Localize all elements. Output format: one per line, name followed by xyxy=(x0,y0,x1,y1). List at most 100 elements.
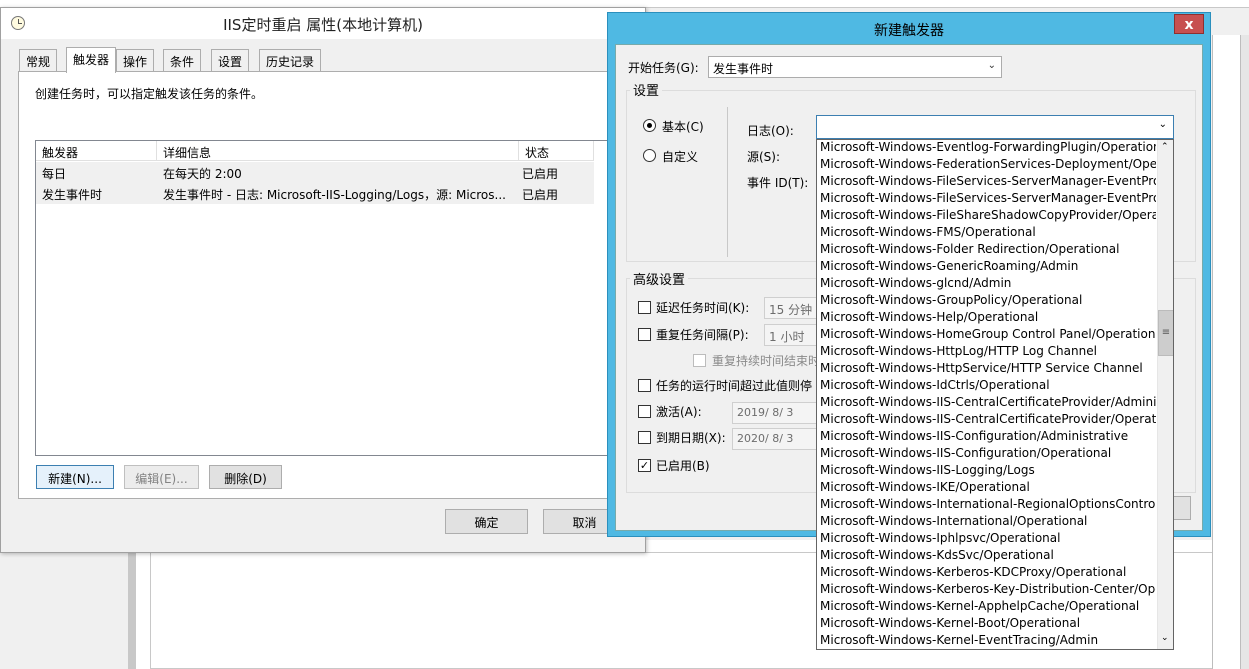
column-header-detail[interactable]: 详细信息 xyxy=(157,141,519,161)
tab-actions[interactable]: 操作 xyxy=(116,49,155,71)
tab-history[interactable]: 历史记录 xyxy=(259,49,322,71)
list-item[interactable]: Microsoft-Windows-Folder Redirection/Ope… xyxy=(820,242,1156,259)
delay-select[interactable]: 15 分钟 xyxy=(764,297,824,319)
list-item[interactable]: Microsoft-Windows-FMS/Operational xyxy=(820,225,1156,242)
scroll-up-icon[interactable]: ⌃ xyxy=(1161,142,1169,152)
scroll-down-icon[interactable]: ⌄ xyxy=(1161,633,1169,643)
column-header-trigger[interactable]: 触发器 xyxy=(36,141,157,161)
begin-task-label: 开始任务(G): xyxy=(628,61,699,75)
properties-title: IIS定时重启 属性(本地计算机) xyxy=(223,16,423,34)
properties-titlebar[interactable]: IIS定时重启 属性(本地计算机) xyxy=(1,8,645,39)
enabled-checkbox[interactable]: ✓ xyxy=(638,459,651,472)
list-item[interactable]: Microsoft-Windows-International-Regional… xyxy=(820,497,1156,514)
event-id-label: 事件 ID(T): xyxy=(747,176,809,190)
task-properties-window: IIS定时重启 属性(本地计算机) 常规 触发器 操作 条件 设置 历史记录 创… xyxy=(0,7,646,553)
log-label: 日志(O): xyxy=(747,124,794,138)
tab-settings[interactable]: 设置 xyxy=(211,49,250,71)
begin-task-value: 发生事件时 xyxy=(713,62,774,76)
new-trigger-title: 新建触发器 xyxy=(874,23,944,39)
chevron-down-icon: ⌄ xyxy=(987,60,996,71)
scroll-thumb[interactable]: ≡ xyxy=(1158,310,1173,356)
list-item[interactable]: Microsoft-Windows-GenericRoaming/Admin xyxy=(820,259,1156,276)
list-item[interactable]: Microsoft-Windows-Iphlpsvc/Operational xyxy=(820,531,1156,548)
list-item[interactable]: Microsoft-Windows-FileShareShadowCopyPro… xyxy=(820,208,1156,225)
background-app-right-scrollbar xyxy=(1240,35,1249,669)
list-item[interactable]: Microsoft-Windows-International/Operatio… xyxy=(820,514,1156,531)
list-item[interactable]: Microsoft-Windows-glcnd/Admin xyxy=(820,276,1156,293)
row-status: 已启用 xyxy=(522,167,559,181)
table-row[interactable]: 发生事件时 发生事件时 - 日志: Microsoft-IIS-Logging/… xyxy=(36,183,594,204)
enabled-label: 已启用(B) xyxy=(656,459,710,473)
tab-conditions[interactable]: 条件 xyxy=(163,49,202,71)
list-item[interactable]: Microsoft-Windows-FederationServices-Dep… xyxy=(820,157,1156,174)
edit-trigger-button[interactable]: 编辑(E)... xyxy=(124,465,199,489)
repeat-label: 重复任务间隔(P): xyxy=(656,328,749,342)
row-detail: 发生事件时 - 日志: Microsoft-IIS-Logging/Logs，源… xyxy=(163,188,506,202)
basic-radio[interactable] xyxy=(643,119,656,132)
stop-repeat-label: 重复持续时间结束时 xyxy=(712,354,821,368)
list-scrollbar[interactable]: ⌃ ≡ ⌄ xyxy=(1157,140,1173,649)
custom-radio-label: 自定义 xyxy=(662,150,699,164)
list-item[interactable]: Microsoft-Windows-HomeGroup Control Pane… xyxy=(820,327,1156,344)
activate-checkbox[interactable] xyxy=(638,405,651,418)
triggers-table: 触发器 详细信息 状态 每日 在每天的 2:00 已启用 发生事件时 发生事件时… xyxy=(35,140,613,456)
repeat-select[interactable]: 1 小时 xyxy=(764,324,824,346)
row-trigger: 发生事件时 xyxy=(42,188,103,202)
list-item[interactable]: Microsoft-Windows-IKE/Operational xyxy=(820,480,1156,497)
stop-repeat-checkbox[interactable] xyxy=(693,354,706,367)
list-item[interactable]: Microsoft-Windows-IIS-Configuration/Oper… xyxy=(820,446,1156,463)
close-icon: x xyxy=(1184,17,1194,33)
list-item[interactable]: Microsoft-Windows-FileServices-ServerMan… xyxy=(820,191,1156,208)
list-item[interactable]: Microsoft-Windows-HttpService/HTTP Servi… xyxy=(820,361,1156,378)
settings-group-label: 设置 xyxy=(630,80,663,99)
expire-label: 到期日期(X): xyxy=(656,431,726,445)
list-item[interactable]: Microsoft-Windows-Kerberos-KDCProxy/Oper… xyxy=(820,565,1156,582)
list-item[interactable]: Microsoft-Windows-Kernel-Boot/Operationa… xyxy=(820,616,1156,633)
close-button[interactable]: x xyxy=(1174,14,1204,34)
delay-checkbox[interactable] xyxy=(638,301,651,314)
list-item[interactable]: Microsoft-Windows-Kerberos-Key-Distribut… xyxy=(820,582,1156,599)
tab-triggers[interactable]: 触发器 xyxy=(66,47,117,73)
basic-radio-label: 基本(C) xyxy=(662,120,704,134)
custom-radio[interactable] xyxy=(643,149,656,162)
list-item[interactable]: Microsoft-Windows-GroupPolicy/Operationa… xyxy=(820,293,1156,310)
expire-date-field[interactable]: 2020/ 8/ 3 xyxy=(732,428,824,450)
chevron-down-icon: ⌄ xyxy=(1158,119,1167,130)
stop-run-label: 任务的运行时间超过此值则停 xyxy=(656,379,813,393)
list-item[interactable]: Microsoft-Windows-IIS-CentralCertificate… xyxy=(820,412,1156,429)
list-item[interactable]: Microsoft-Windows-Kernel-ApphelpCache/Op… xyxy=(820,599,1156,616)
begin-task-select[interactable]: 发生事件时 ⌄ xyxy=(708,56,1002,78)
settings-divider xyxy=(727,107,728,257)
list-item[interactable]: Microsoft-Windows-HttpLog/HTTP Log Chann… xyxy=(820,344,1156,361)
list-item[interactable]: Microsoft-Windows-Kernel-EventTracing/Ad… xyxy=(820,633,1156,649)
list-item[interactable]: Microsoft-Windows-KdsSvc/Operational xyxy=(820,548,1156,565)
ok-button[interactable]: 确定 xyxy=(445,509,528,534)
tab-general[interactable]: 常规 xyxy=(19,49,58,71)
list-item[interactable]: Microsoft-Windows-IdCtrls/Operational xyxy=(820,378,1156,395)
row-status: 已启用 xyxy=(522,188,559,202)
list-item[interactable]: Microsoft-Windows-Help/Operational xyxy=(820,310,1156,327)
list-item[interactable]: Microsoft-Windows-Eventlog-ForwardingPlu… xyxy=(820,140,1156,157)
activate-label: 激活(A): xyxy=(656,405,702,419)
expire-checkbox[interactable] xyxy=(638,431,651,444)
list-item[interactable]: Microsoft-Windows-IIS-Logging/Logs xyxy=(820,463,1156,480)
activate-date-field[interactable]: 2019/ 8/ 3 xyxy=(732,402,824,424)
log-select[interactable]: ⌄ xyxy=(816,115,1174,139)
advanced-settings-label: 高级设置 xyxy=(630,269,689,288)
list-item[interactable]: Microsoft-Windows-IIS-CentralCertificate… xyxy=(820,395,1156,412)
delay-label: 延迟任务时间(K): xyxy=(656,301,750,315)
grip-icon: ≡ xyxy=(1161,327,1171,338)
list-item[interactable]: Microsoft-Windows-FileServices-ServerMan… xyxy=(820,174,1156,191)
table-row[interactable]: 每日 在每天的 2:00 已启用 xyxy=(36,162,594,183)
stop-run-checkbox[interactable] xyxy=(638,379,651,392)
delete-trigger-button[interactable]: 删除(D) xyxy=(209,465,282,489)
triggers-tab-panel: 创建任务时，可以指定触发该任务的条件。 触发器 详细信息 状态 每日 在每天的 … xyxy=(18,71,630,499)
row-trigger: 每日 xyxy=(42,167,67,181)
list-item[interactable]: Microsoft-Windows-IIS-Configuration/Admi… xyxy=(820,429,1156,446)
source-label: 源(S): xyxy=(747,150,781,164)
log-dropdown-list[interactable]: Microsoft-Windows-Eventlog-ForwardingPlu… xyxy=(816,139,1174,650)
new-trigger-button[interactable]: 新建(N)... xyxy=(36,465,114,489)
repeat-checkbox[interactable] xyxy=(638,328,651,341)
column-header-status[interactable]: 状态 xyxy=(519,141,594,161)
triggers-description: 创建任务时，可以指定触发该任务的条件。 xyxy=(35,87,264,101)
